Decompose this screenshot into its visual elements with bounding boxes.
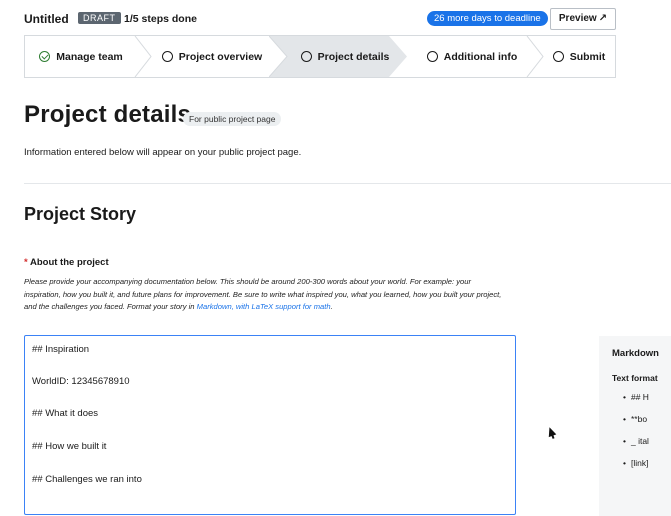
step-additional-info[interactable]: Additional info (417, 36, 527, 77)
step-manage-team[interactable]: Manage team (25, 36, 137, 77)
markdown-help-item: [link] (623, 458, 648, 468)
editor-line: ## Inspiration (32, 344, 90, 355)
progress-stepper: Manage team Project overview Project det… (24, 35, 616, 78)
about-project-editor[interactable]: ## Inspiration WorldID: 12345678910 ## W… (24, 335, 516, 515)
step-label: Manage team (56, 50, 123, 63)
circle-icon (426, 51, 438, 62)
page-intro: Information entered below will appear on… (24, 147, 302, 158)
public-page-tag: For public project page (183, 112, 282, 126)
markdown-help-item: ## H (623, 392, 649, 402)
section-heading: Project Story (24, 204, 137, 224)
step-project-overview[interactable]: Project overview (153, 36, 271, 77)
markdown-help-item: **bo (623, 414, 647, 424)
markdown-help-link[interactable]: Markdown, with LaTeX support for math (197, 302, 331, 311)
markdown-panel-subtitle: Text format (612, 373, 658, 383)
preview-label: Preview (558, 13, 597, 24)
section-divider (24, 183, 671, 184)
editor-line: WorldID: 12345678910 (32, 376, 130, 387)
step-label: Project details (317, 50, 390, 63)
chevron-separator (526, 36, 544, 77)
chevron-separator (134, 36, 152, 77)
about-label-text: About the project (29, 257, 109, 268)
circle-icon (161, 51, 173, 62)
external-link-icon: ↗ (598, 13, 608, 24)
step-project-details[interactable]: Project details (287, 36, 403, 77)
step-label: Project overview (178, 50, 263, 63)
circle-icon (300, 51, 312, 62)
step-label: Additional info (443, 50, 518, 63)
draft-badge: DRAFT (78, 12, 121, 24)
about-field-label: * About the project (24, 257, 109, 268)
check-circle-icon (39, 51, 51, 62)
editor-line: ## Challenges we ran into (32, 474, 142, 485)
preview-button[interactable]: Preview ↗ (550, 8, 616, 30)
help-end: . (330, 302, 333, 311)
steps-progress: 1/5 steps done (124, 13, 197, 25)
step-submit[interactable]: Submit (543, 36, 615, 77)
markdown-help-panel: Markdown Text format ## H **bo _ ital [l… (599, 336, 671, 516)
submission-title: Untitled (24, 12, 69, 26)
editor-line: ## How we built it (32, 441, 107, 452)
page-title: Project details (24, 101, 192, 128)
markdown-panel-title: Markdown (612, 348, 659, 359)
circle-icon (552, 51, 564, 62)
about-help-text: Please provide your accompanying documen… (24, 276, 509, 314)
mouse-pointer-icon (545, 425, 557, 438)
editor-line: ## What it does (32, 408, 99, 419)
step-label: Submit (569, 50, 606, 63)
top-bar: Untitled DRAFT 1/5 steps done 26 more da… (24, 8, 671, 30)
deadline-badge: 26 more days to deadline (427, 11, 548, 26)
markdown-help-item: _ ital (623, 436, 649, 446)
